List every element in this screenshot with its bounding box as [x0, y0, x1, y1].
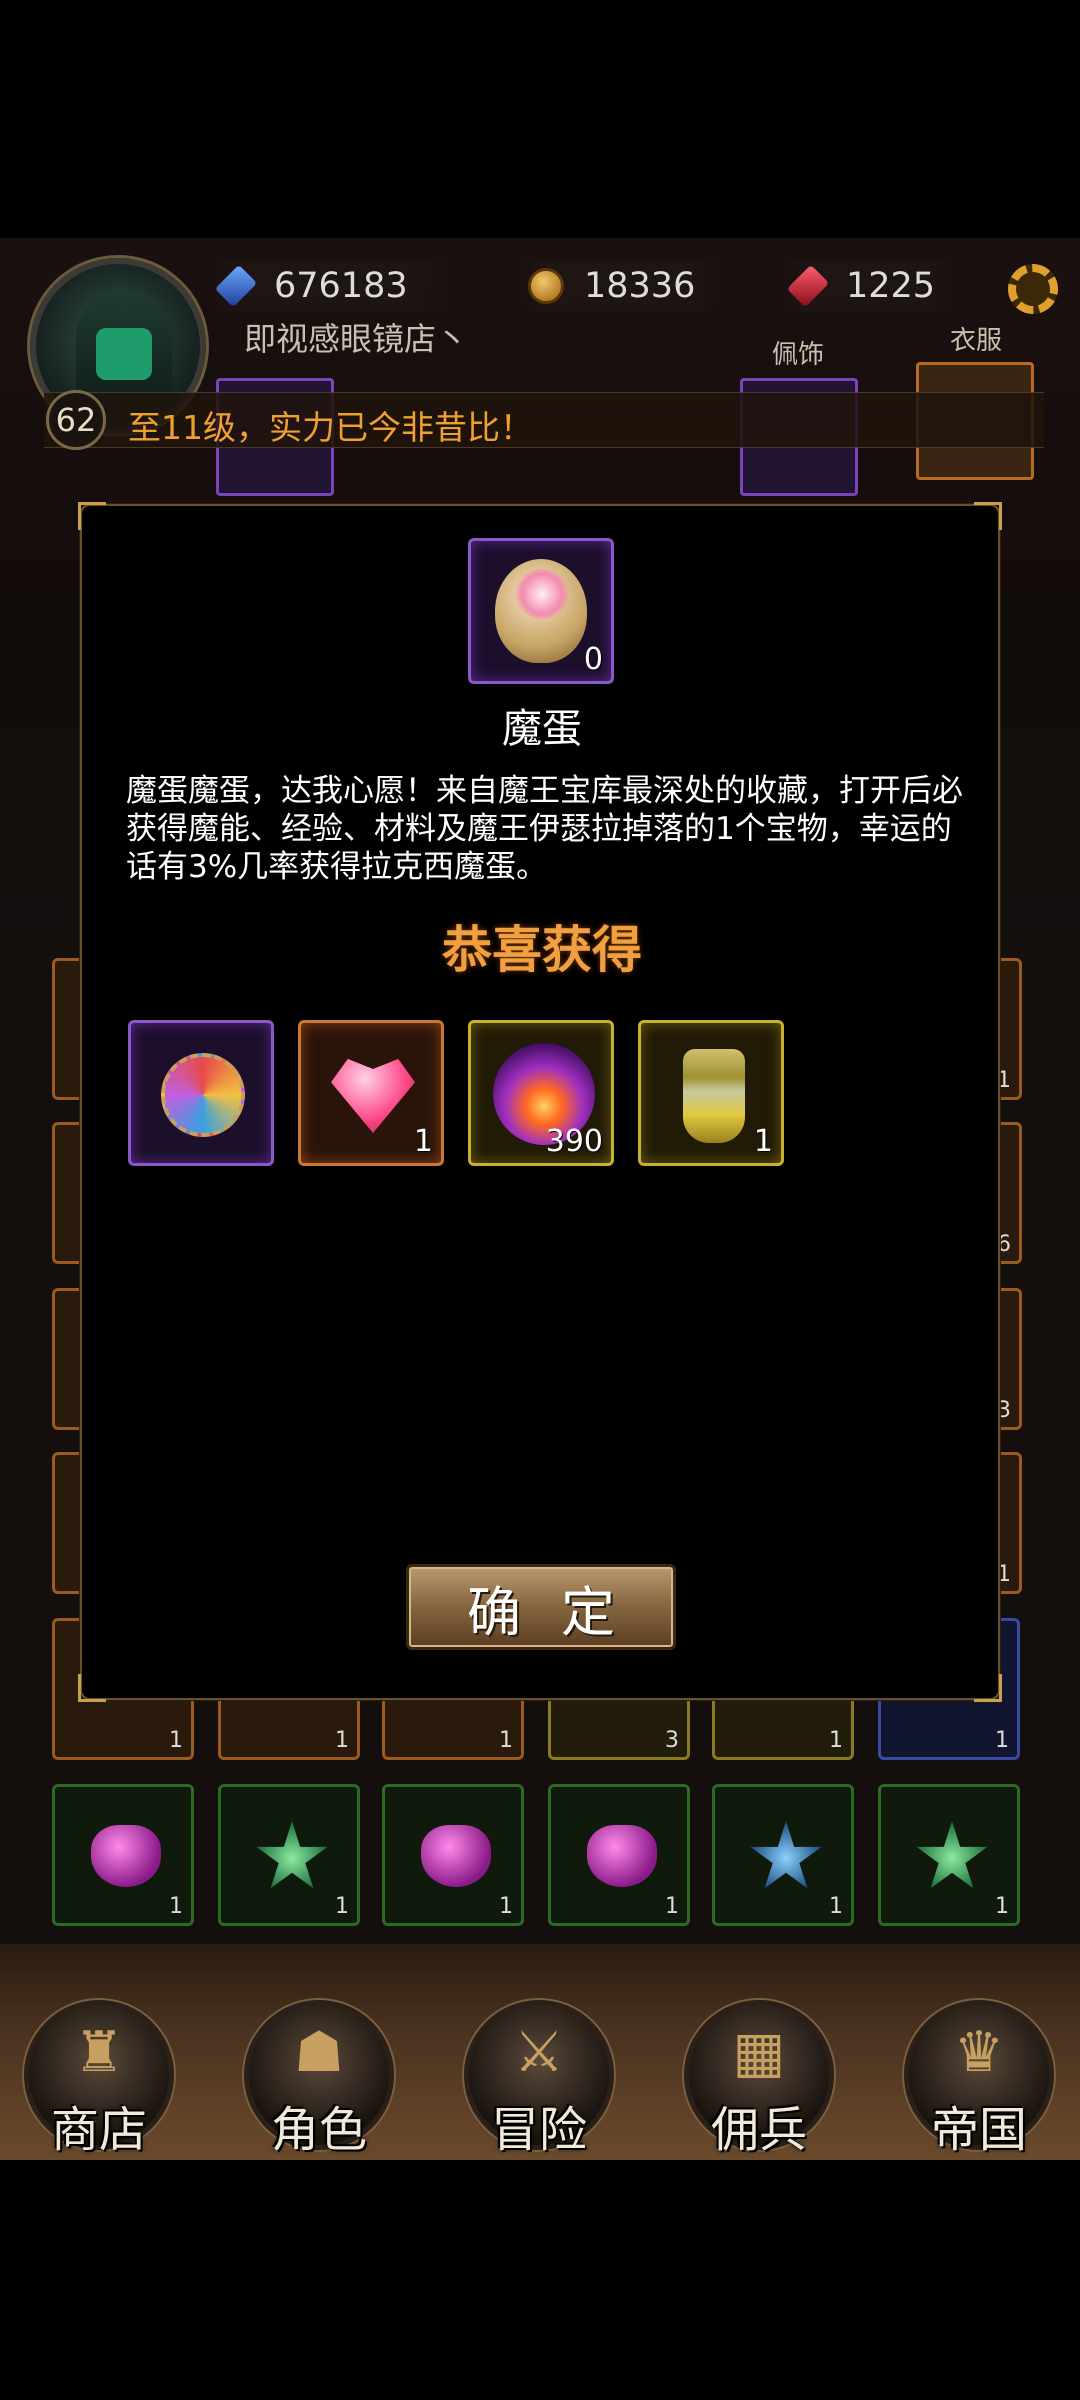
reward-slot[interactable]	[128, 1020, 274, 1166]
reward-slot[interactable]: 390	[468, 1020, 614, 1166]
accessory-label: 佩饰	[772, 340, 825, 370]
item-count: 1	[665, 1894, 679, 1919]
green-star-crystal-icon	[256, 1821, 328, 1889]
item-open-dialog: 0 魔蛋 魔蛋魔蛋，达我心愿！来自魔王宝库最深处的收藏，打开后必获得魔能、经验、…	[78, 502, 1002, 1702]
inventory-cell[interactable]: 1	[878, 1784, 1020, 1926]
castle-icon: ♜	[73, 2020, 125, 2085]
nav-label: 帝国	[930, 2102, 1027, 2158]
magic-energy-value: 676183	[274, 266, 408, 306]
blue-gem-icon	[214, 264, 258, 308]
nav-character[interactable]: ☗ 角色	[244, 2000, 394, 2158]
item-count: 1	[829, 1728, 843, 1753]
potion-flask-icon	[683, 1049, 745, 1143]
item-count: 1	[995, 1728, 1009, 1753]
item-count: 3	[665, 1728, 679, 1753]
settings-gear-icon[interactable]	[1008, 264, 1058, 314]
item-name: 魔蛋	[502, 706, 582, 752]
item-count: 1	[169, 1894, 183, 1919]
ruby-counter: 1225	[782, 260, 952, 312]
item-count: 1	[499, 1894, 513, 1919]
nav-empire[interactable]: ♛ 帝国	[904, 2000, 1054, 2158]
mercenary-cards-icon: ▦	[732, 2020, 786, 2085]
gold-counter: 18336	[520, 260, 720, 312]
ruby-heart-icon	[331, 1058, 415, 1133]
gold-coin-icon	[526, 266, 566, 306]
item-count: 1	[335, 1728, 349, 1753]
nav-label: 角色	[270, 2102, 367, 2158]
jeweled-necklace-icon	[161, 1053, 245, 1137]
opened-item-slot: 0	[468, 538, 614, 684]
gold-value: 18336	[584, 266, 696, 306]
nav-label: 佣兵	[710, 2102, 807, 2158]
inventory-cell[interactable]: 1	[52, 1784, 194, 1926]
congrats-heading: 恭喜获得	[442, 921, 642, 979]
reward-slot[interactable]: 1	[298, 1020, 444, 1166]
magic-energy-counter: 676183	[210, 260, 450, 312]
item-count: 0	[583, 642, 603, 677]
purple-heart-gem-icon	[91, 1825, 161, 1887]
item-description: 魔蛋魔蛋，达我心愿！来自魔王宝库最深处的收藏，打开后必获得魔能、经验、材料及魔王…	[126, 773, 963, 885]
nav-label: 冒险	[490, 2102, 587, 2158]
level-up-notice: 至11级，实力已今非昔比！	[44, 392, 1044, 448]
reward-count: 1	[753, 1124, 773, 1159]
clothes-label: 衣服	[950, 326, 1003, 356]
ruby-value: 1225	[846, 266, 936, 306]
inventory-cell[interactable]: 1	[712, 1784, 854, 1926]
inventory-cell[interactable]: 1	[382, 1784, 524, 1926]
purple-heart-gem-icon	[421, 1825, 491, 1887]
crossed-swords-icon: ⚔	[513, 2020, 565, 2085]
nav-mercenary[interactable]: ▦ 佣兵	[684, 2000, 834, 2158]
item-count: 1	[169, 1728, 183, 1753]
crown-icon: ♛	[953, 2020, 1005, 2085]
confirm-label: 确定	[467, 1580, 655, 1644]
nav-shop[interactable]: ♜ 商店	[24, 2000, 174, 2158]
magic-egg-icon	[495, 559, 587, 663]
item-count: 1	[335, 1894, 349, 1919]
item-count: 1	[829, 1894, 843, 1919]
reward-count: 1	[413, 1124, 433, 1159]
green-star-crystal-icon	[916, 1821, 988, 1889]
player-level-badge: 62	[46, 390, 106, 450]
red-gem-icon	[786, 264, 830, 308]
item-count: 1	[995, 1894, 1009, 1919]
inventory-cell[interactable]: 1	[218, 1784, 360, 1926]
player-subtitle: 即视感眼镜店丶	[244, 320, 469, 358]
nav-label: 商店	[50, 2102, 147, 2158]
reward-slot[interactable]: 1	[638, 1020, 784, 1166]
blue-star-crystal-icon	[750, 1821, 822, 1889]
confirm-button[interactable]: 确定	[406, 1564, 676, 1650]
hooded-figure-icon: ☗	[293, 2020, 345, 2085]
inventory-cell[interactable]: 1	[548, 1784, 690, 1926]
nav-adventure[interactable]: ⚔ 冒险	[464, 2000, 614, 2158]
item-count: 1	[499, 1728, 513, 1753]
notice-text: 至11级，实力已今非昔比！	[128, 408, 533, 447]
reward-count: 390	[545, 1124, 603, 1159]
purple-heart-gem-icon	[587, 1825, 657, 1887]
